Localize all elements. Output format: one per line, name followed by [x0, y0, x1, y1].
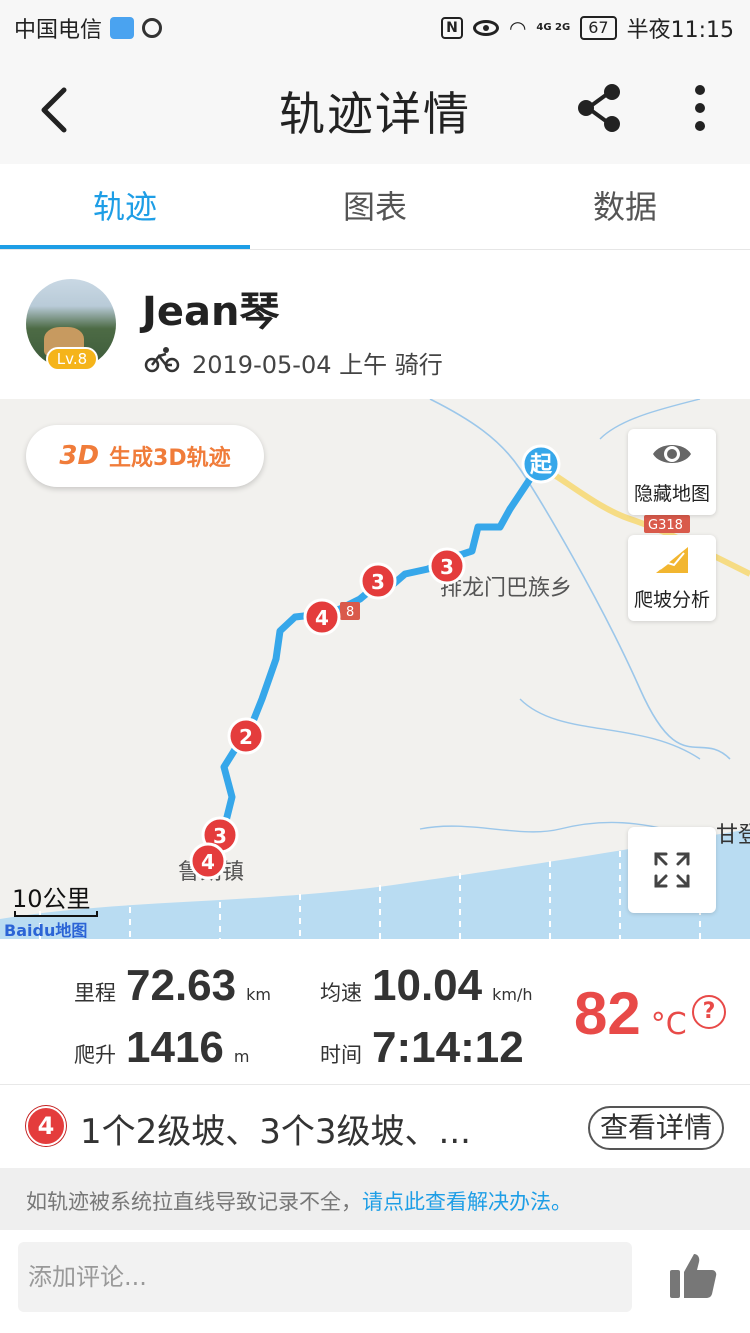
tab-bar: 轨迹 图表 数据 [0, 164, 750, 250]
start-marker-label: 起 [529, 453, 553, 478]
highway-label: G318 [648, 518, 683, 533]
user-name[interactable]: Jean琴 [142, 279, 279, 337]
share-icon [578, 84, 620, 132]
notice-text: 如轨迹被系统拉直线导致记录不全，请点此查看解决办法。 [26, 1186, 572, 1216]
climb-summary-text: 1个2级坡、3个3级坡、... [80, 1112, 471, 1152]
climb-marker-label: 3 [440, 555, 454, 579]
route-line [210, 460, 544, 863]
temperature-stat: 82 °C [574, 979, 687, 1048]
climb-level-badge: 4 [26, 1106, 66, 1146]
climb-label: 爬升 [74, 1043, 116, 1067]
notice-end: 。 [551, 1190, 572, 1214]
more-vertical-icon [695, 85, 705, 131]
comment-bar: 添加评论... [0, 1230, 750, 1333]
temperature-unit: °C [650, 1007, 687, 1042]
track-map[interactable]: 排龙门巴族乡 鲁朗镇 甘登 G318 8 起 3 3 4 2 3 [0, 399, 750, 939]
distance-label: 里程 [74, 981, 116, 1005]
thumbs-up-icon [670, 1254, 717, 1298]
climb-analysis-button[interactable]: 爬坡分析 [628, 535, 716, 621]
baidu-logo: Baidu地图 [4, 917, 87, 939]
climb-marker[interactable]: 4 [189, 842, 227, 880]
climb-marker[interactable]: 4 [303, 598, 341, 636]
gan-label: 甘登 [716, 823, 750, 848]
baidu-logo-map: 地图 [55, 921, 88, 939]
speed-unit: km/h [492, 985, 533, 1004]
tab-track[interactable]: 轨迹 [0, 164, 250, 249]
notice-message: 如轨迹被系统拉直线导致记录不全， [26, 1190, 362, 1214]
status-left: 中国电信 [14, 12, 163, 44]
tab-chart[interactable]: 图表 [250, 164, 500, 249]
speed-value: 10.04 [372, 961, 483, 1010]
distance-value: 72.63 [126, 961, 237, 1010]
carrier-name: 中国电信 [14, 18, 103, 43]
distance-unit: km [246, 985, 271, 1004]
time-value: 7:14:12 [372, 1023, 524, 1072]
climb-marker[interactable]: 3 [359, 562, 397, 600]
map-scale: 10公里 [12, 885, 91, 913]
town-label: 排龙门巴族乡 [440, 576, 572, 601]
climb-marker-label: 3 [371, 570, 385, 594]
river-line [519, 698, 701, 760]
climb-summary: 4 1个2级坡、3个3级坡、... 查看详情 [0, 1086, 750, 1168]
status-bar: 中国电信 N ◠ 4G 2G 67 半夜11:15 [0, 0, 750, 52]
baidu-logo-du: du [32, 921, 56, 939]
share-button[interactable] [574, 82, 626, 134]
battery-icon: 67 [580, 16, 617, 40]
more-button[interactable] [680, 82, 720, 134]
climb-value: 1416 [126, 1023, 224, 1072]
wifi-icon: ◠ [508, 16, 527, 40]
ride-stats: 里程 72.63 km 均速 10.04 km/h 爬升 1416 m 时间 7… [0, 939, 750, 1085]
climb-analysis-label: 爬坡分析 [633, 589, 710, 611]
like-button[interactable] [664, 1248, 720, 1304]
hide-map-button[interactable]: 隐藏地图 [628, 429, 716, 515]
eye-icon [653, 445, 691, 463]
highway-label-short: 8 [346, 605, 354, 620]
level-badge: Lv.8 [46, 347, 98, 371]
generate-3d-button[interactable]: 3D 生成3D轨迹 [26, 425, 264, 487]
view-details-button[interactable]: 查看详情 [588, 1106, 724, 1150]
3d-logo: 3D [59, 441, 100, 471]
time-label: 时间 [320, 1043, 362, 1067]
network-indicator: 4G 2G [536, 22, 571, 33]
temperature-value: 82 [574, 980, 641, 1047]
status-right: N ◠ 4G 2G 67 半夜11:15 [440, 12, 734, 44]
climb-marker[interactable]: 3 [428, 547, 466, 585]
speed-label: 均速 [320, 981, 362, 1005]
help-icon[interactable]: ? [692, 995, 726, 1029]
user-info: Lv.8 Jean琴 2019-05-04 上午 骑行 [0, 251, 750, 399]
expand-icon [654, 852, 690, 888]
generate-3d-label: 生成3D轨迹 [109, 446, 231, 471]
climb-marker-label: 4 [201, 850, 215, 874]
fullscreen-button[interactable] [628, 827, 716, 913]
climb-marker[interactable]: 2 [227, 717, 265, 755]
distance-stat: 里程 72.63 km [74, 961, 271, 1011]
notice-bar: 如轨迹被系统拉直线导致记录不全，请点此查看解决办法。 [0, 1168, 750, 1230]
ride-meta: 2019-05-04 上午 骑行 [192, 351, 443, 379]
comment-input[interactable]: 添加评论... [18, 1242, 632, 1312]
nfc-icon: N [440, 17, 463, 39]
tab-data[interactable]: 数据 [500, 164, 750, 249]
time-stat: 时间 7:14:12 [320, 1023, 524, 1073]
hotspot-icon [110, 17, 135, 39]
slope-icon [656, 547, 688, 573]
bicycle-icon [144, 347, 180, 373]
baidu-logo-bai: Bai [4, 921, 33, 939]
climb-marker-label: 2 [239, 725, 253, 749]
page-title: 轨迹详情 [279, 87, 471, 141]
climb-marker-label: 4 [315, 606, 329, 630]
speed-stat: 均速 10.04 km/h [320, 961, 533, 1011]
climb-unit: m [233, 1047, 250, 1066]
nav-bar: 轨迹详情 [0, 52, 750, 164]
sync-icon [142, 18, 163, 38]
eye-comfort-icon [472, 20, 499, 36]
notice-link[interactable]: 请点此查看解决办法 [362, 1190, 551, 1214]
hide-map-label: 隐藏地图 [633, 483, 710, 505]
climb-stat: 爬升 1416 m [74, 1023, 249, 1073]
status-time: 半夜11:15 [626, 18, 734, 43]
